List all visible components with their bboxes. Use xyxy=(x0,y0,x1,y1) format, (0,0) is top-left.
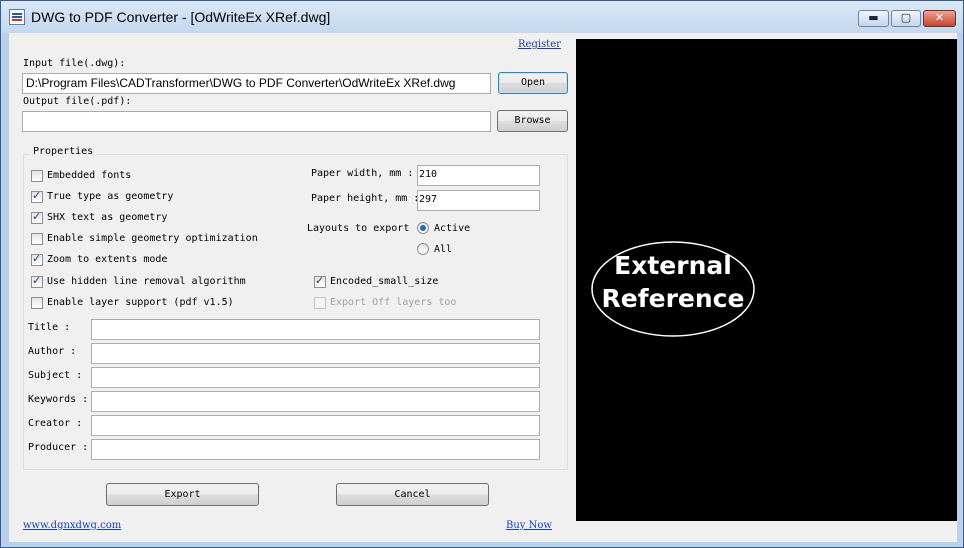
website-link[interactable]: www.dgnxdwg.com xyxy=(23,520,121,531)
maximize-button[interactable]: ▢ xyxy=(891,10,921,27)
properties-title: Properties xyxy=(30,146,97,157)
keywords-label: Keywords : xyxy=(28,394,89,405)
register-link[interactable]: Register xyxy=(518,39,561,50)
export-off-layers-checkbox[interactable] xyxy=(314,297,326,309)
export-button[interactable]: Export xyxy=(106,483,259,506)
preview-text-line1: External xyxy=(614,251,732,280)
browse-button[interactable]: Browse xyxy=(497,110,568,132)
embedded-fonts-label: Embedded fonts xyxy=(47,170,132,181)
author-field[interactable] xyxy=(91,343,540,364)
paper-width-field[interactable]: 210 xyxy=(417,165,540,186)
layer-support-checkbox[interactable] xyxy=(31,297,43,309)
keywords-field[interactable] xyxy=(91,391,540,412)
true-type-geometry-label: True type as geometry xyxy=(47,191,174,202)
author-label: Author : xyxy=(28,346,77,357)
simple-geometry-optimization-label: Enable simple geometry optimization xyxy=(47,233,258,244)
true-type-geometry-checkbox[interactable] xyxy=(31,189,43,203)
layouts-all-label: All xyxy=(434,244,453,255)
client-area: Register Input file(.dwg): D:\Program Fi… xyxy=(9,33,957,542)
creator-label: Creator : xyxy=(28,418,83,429)
subject-label: Subject : xyxy=(28,370,83,381)
input-file-label: Input file(.dwg): xyxy=(23,58,126,69)
preview-canvas: External Reference xyxy=(591,241,755,337)
embedded-fonts-checkbox[interactable] xyxy=(31,170,43,182)
encoded-small-size-checkbox[interactable] xyxy=(314,274,326,288)
drawing-preview[interactable]: External Reference xyxy=(576,39,957,521)
title-bar[interactable]: DWG to PDF Converter - [OdWriteEx XRef.d… xyxy=(1,1,963,33)
layouts-to-export-label: Layouts to export xyxy=(307,223,410,234)
paper-width-label: Paper width, mm : xyxy=(311,168,414,179)
export-off-layers-label: Export Off layers too xyxy=(330,297,457,308)
app-window: DWG to PDF Converter - [OdWriteEx XRef.d… xyxy=(0,0,964,548)
zoom-extents-label: Zoom to extents mode xyxy=(47,254,168,265)
output-file-label: Output file(.pdf): xyxy=(23,96,132,107)
app-icon[interactable] xyxy=(9,9,25,25)
encoded-small-size-label: Encoded_small_size xyxy=(330,276,439,287)
minimize-button[interactable]: ▬ xyxy=(858,10,889,27)
title-field[interactable] xyxy=(91,319,540,340)
output-file-field[interactable] xyxy=(22,111,491,132)
title-label: Title : xyxy=(28,322,71,333)
window-title: DWG to PDF Converter - [OdWriteEx XRef.d… xyxy=(31,9,331,25)
producer-field[interactable] xyxy=(91,439,540,460)
cancel-button[interactable]: Cancel xyxy=(336,483,489,506)
zoom-extents-checkbox[interactable] xyxy=(31,252,43,266)
close-button[interactable]: ✕ xyxy=(923,10,956,27)
subject-field[interactable] xyxy=(91,367,540,388)
layouts-active-radio[interactable] xyxy=(417,222,429,234)
shx-text-geometry-label: SHX text as geometry xyxy=(47,212,168,223)
layouts-all-radio[interactable] xyxy=(417,243,429,255)
open-button[interactable]: Open xyxy=(498,72,568,94)
producer-label: Producer : xyxy=(28,442,89,453)
paper-height-label: Paper height, mm : xyxy=(311,193,420,204)
input-file-field[interactable]: D:\Program Files\CADTransformer\DWG to P… xyxy=(22,73,491,94)
layouts-active-label: Active xyxy=(434,223,471,234)
preview-text-line2: Reference xyxy=(602,284,745,313)
hidden-line-removal-label: Use hidden line removal algorithm xyxy=(47,276,246,287)
buy-now-link[interactable]: Buy Now xyxy=(506,520,552,531)
creator-field[interactable] xyxy=(91,415,540,436)
hidden-line-removal-checkbox[interactable] xyxy=(31,274,43,288)
paper-height-field[interactable]: 297 xyxy=(417,190,540,211)
layer-support-label: Enable layer support (pdf v1.5) xyxy=(47,297,234,308)
simple-geometry-optimization-checkbox[interactable] xyxy=(31,233,43,245)
shx-text-geometry-checkbox[interactable] xyxy=(31,210,43,224)
